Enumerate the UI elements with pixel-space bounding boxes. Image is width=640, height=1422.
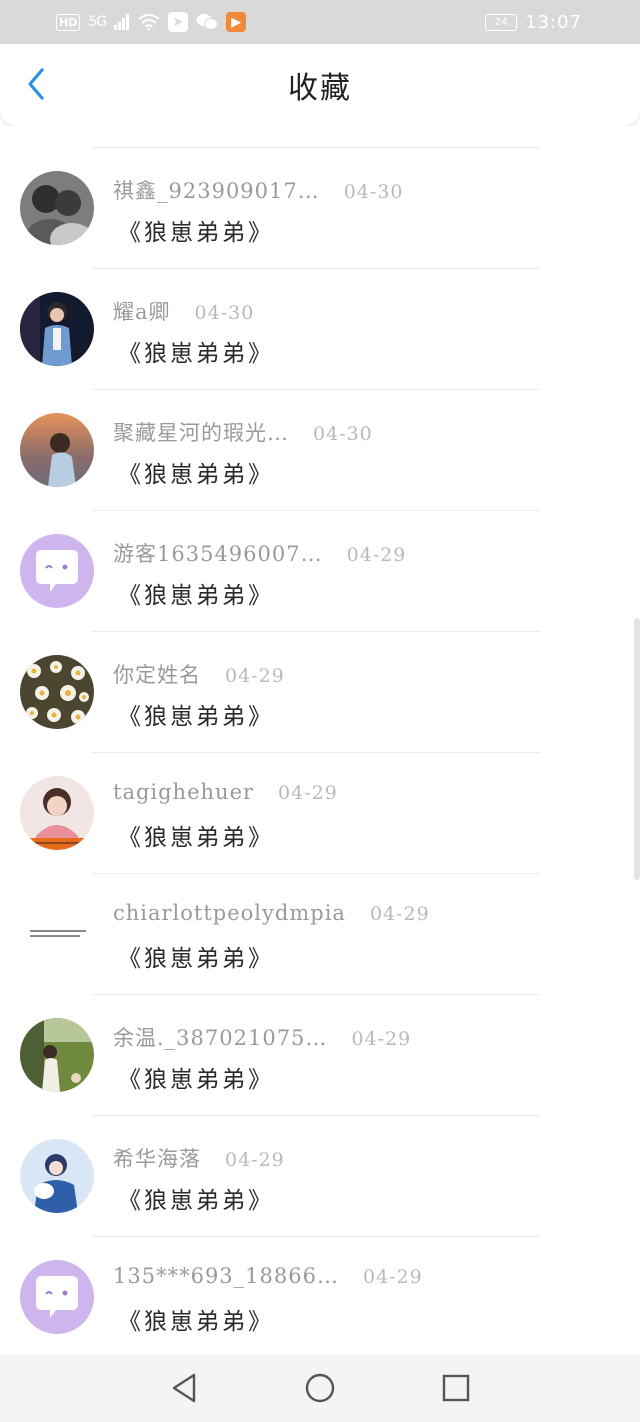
avatar[interactable]: [20, 171, 94, 245]
user-name[interactable]: 祺鑫_923909017…: [113, 175, 320, 205]
list-item[interactable]: 135***693_18866… 04-29 《狼崽弟弟》: [0, 1236, 640, 1354]
app-icon: ➤: [168, 12, 189, 32]
hd-indicator: HD: [56, 13, 81, 31]
square-recents-icon: [442, 1374, 470, 1402]
book-title[interactable]: 《狼崽弟弟》: [118, 213, 274, 247]
nav-home-button[interactable]: [296, 1364, 344, 1412]
video-app-icon: ▶: [226, 12, 247, 32]
triangle-back-icon: [172, 1373, 196, 1403]
avatar[interactable]: [20, 897, 94, 971]
book-title[interactable]: 《狼崽弟弟》: [118, 576, 274, 610]
name-line: 余温._387021075… 04-29: [113, 1022, 411, 1050]
item-date: 04-29: [278, 782, 338, 804]
book-title[interactable]: 《狼崽弟弟》: [118, 939, 274, 973]
list-item[interactable]: 游客1635496007… 04-29 《狼崽弟弟》: [0, 510, 640, 631]
item-date: 04-29: [362, 1266, 423, 1288]
divider: [92, 994, 540, 995]
avatar[interactable]: [20, 1139, 94, 1213]
user-name[interactable]: 希华海落: [113, 1143, 201, 1173]
name-line: tagighehuer 04-29: [113, 780, 338, 808]
status-left: HD 5G ➤ ▶: [56, 12, 247, 32]
book-title[interactable]: 《狼崽弟弟》: [118, 1060, 274, 1094]
avatar[interactable]: [20, 776, 94, 850]
system-nav-bar: [0, 1354, 640, 1422]
clock: 13:07: [525, 11, 582, 33]
avatar[interactable]: [20, 534, 94, 608]
status-right: 24 13:07: [485, 12, 582, 33]
user-name[interactable]: tagighehuer: [113, 780, 254, 804]
avatar[interactable]: [20, 655, 94, 729]
list-item[interactable]: tagighehuer 04-29 《狼崽弟弟》: [0, 752, 640, 873]
divider: [92, 1115, 540, 1116]
divider: [92, 1236, 540, 1237]
avatar[interactable]: [20, 413, 94, 487]
page-title: 收藏: [288, 71, 352, 106]
list-item[interactable]: 你定姓名 04-29 《狼崽弟弟》: [0, 631, 640, 752]
divider: [92, 389, 540, 390]
divider: [92, 873, 540, 874]
status-bar: HD 5G ➤ ▶ 24 13:07: [0, 0, 640, 44]
book-title[interactable]: 《狼崽弟弟》: [118, 818, 274, 852]
battery-icon: 24: [485, 13, 518, 31]
divider: [92, 510, 540, 511]
list-item[interactable]: 耀a卿 04-30 《狼崽弟弟》: [0, 268, 640, 389]
avatar[interactable]: [20, 1260, 94, 1334]
nav-bar: 收藏: [0, 44, 640, 126]
name-line: 游客1635496007… 04-29: [113, 538, 406, 566]
chat-bubble-icon: [20, 534, 94, 608]
item-date: 04-30: [313, 423, 373, 445]
avatar[interactable]: [20, 1018, 94, 1092]
signal-bars-icon: [114, 14, 130, 30]
list-item[interactable]: 希华海落 04-29 《狼崽弟弟》: [0, 1115, 640, 1236]
user-name[interactable]: chiarlottpeolydmpia: [113, 901, 346, 925]
user-name[interactable]: 耀a卿: [113, 296, 171, 326]
name-line: 祺鑫_923909017… 04-30: [113, 175, 404, 203]
user-name[interactable]: 你定姓名: [113, 659, 201, 689]
item-date: 04-29: [346, 544, 407, 566]
divider: [92, 268, 540, 269]
list-item[interactable]: 祺鑫_923909017… 04-30 《狼崽弟弟》: [0, 147, 640, 268]
list-item[interactable]: 聚藏星河的瑕光… 04-30 《狼崽弟弟》: [0, 389, 640, 510]
battery-level: 24: [494, 16, 508, 28]
book-title[interactable]: 《狼崽弟弟》: [118, 1302, 274, 1336]
book-title[interactable]: 《狼崽弟弟》: [118, 1181, 274, 1215]
item-date: 04-29: [351, 1028, 412, 1050]
book-title[interactable]: 《狼崽弟弟》: [118, 697, 274, 731]
nav-recents-button[interactable]: [432, 1364, 480, 1412]
book-title[interactable]: 《狼崽弟弟》: [118, 455, 274, 489]
item-date: 04-29: [369, 903, 430, 925]
divider: [92, 147, 540, 148]
user-name[interactable]: 135***693_18866…: [113, 1264, 339, 1288]
favorites-list[interactable]: 祺鑫_923909017… 04-30 《狼崽弟弟》 耀a卿 04-30 《狼崽…: [0, 126, 640, 1354]
divider: [92, 752, 540, 753]
user-name[interactable]: 游客1635496007…: [113, 538, 323, 568]
list-item[interactable]: chiarlottpeolydmpia 04-29 《狼崽弟弟》: [0, 873, 640, 994]
item-date: 04-30: [343, 181, 404, 203]
chat-bubble-icon: [20, 1260, 94, 1334]
name-line: chiarlottpeolydmpia 04-29: [113, 901, 430, 929]
name-line: 聚藏星河的瑕光… 04-30: [113, 417, 373, 445]
nav-back-button[interactable]: [160, 1364, 208, 1412]
user-name[interactable]: 聚藏星河的瑕光…: [113, 417, 289, 447]
name-line: 希华海落 04-29: [113, 1143, 285, 1171]
name-line: 135***693_18866… 04-29: [113, 1264, 423, 1292]
name-line: 耀a卿 04-30: [113, 296, 254, 324]
divider: [92, 631, 540, 632]
name-line: 你定姓名 04-29: [113, 659, 285, 687]
item-date: 04-30: [194, 302, 255, 324]
book-title[interactable]: 《狼崽弟弟》: [118, 334, 274, 368]
user-name[interactable]: 余温._387021075…: [113, 1022, 327, 1052]
network-label: 5G: [88, 14, 107, 30]
wifi-icon: [138, 14, 160, 30]
item-date: 04-29: [225, 665, 285, 687]
back-button[interactable]: [18, 64, 54, 104]
item-date: 04-29: [225, 1149, 285, 1171]
list-item[interactable]: 余温._387021075… 04-29 《狼崽弟弟》: [0, 994, 640, 1115]
avatar[interactable]: [20, 292, 94, 366]
chevron-left-icon: [28, 68, 44, 100]
circle-home-icon: [305, 1373, 335, 1403]
scrollbar[interactable]: [634, 618, 640, 880]
wechat-icon: [196, 14, 219, 30]
